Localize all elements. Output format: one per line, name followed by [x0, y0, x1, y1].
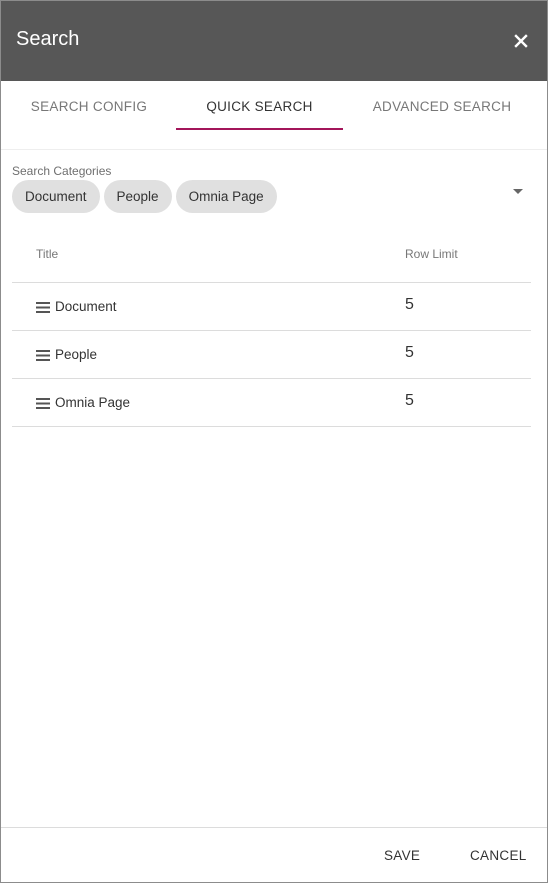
dropdown-arrow-icon[interactable] [513, 189, 523, 194]
table-row: Omnia Page 5 [12, 379, 531, 427]
tab-label: ADVANCED SEARCH [372, 99, 512, 114]
chip-document[interactable]: Document [12, 180, 100, 213]
dialog-title: Search [16, 28, 80, 50]
chip-people[interactable]: People [103, 180, 172, 213]
table-header: Title Row Limit [12, 233, 531, 283]
row-title: Document [55, 299, 117, 314]
drag-handle-icon[interactable] [36, 396, 50, 409]
tab-bar: SEARCH CONFIG QUICK SEARCH ADVANCED SEAR… [1, 81, 547, 150]
table-row: Document 5 [12, 283, 531, 331]
search-dialog: Search SEARCH CONFIG QUICK SEARCH ADVANC… [0, 0, 548, 883]
cancel-button[interactable]: CANCEL [470, 848, 527, 863]
drag-handle-icon[interactable] [36, 348, 50, 361]
save-button[interactable]: SAVE [384, 848, 420, 863]
close-icon[interactable] [509, 29, 533, 53]
row-limit-input[interactable]: 5 [405, 392, 414, 410]
tab-advanced-search[interactable]: ADVANCED SEARCH [359, 81, 525, 131]
row-title: People [55, 347, 98, 362]
quick-search-table: Title Row Limit Document 5 People 5 Omni… [12, 233, 531, 427]
tab-label: SEARCH CONFIG [30, 99, 148, 114]
table-row: People 5 [12, 331, 531, 379]
row-title: Omnia Page [55, 395, 131, 410]
search-categories-label: Search Categories [12, 164, 112, 178]
dialog-footer: SAVE CANCEL [1, 827, 547, 883]
dialog-header: Search [1, 1, 547, 81]
column-header-title: Title [36, 247, 59, 261]
tab-label: QUICK SEARCH [206, 99, 313, 114]
tab-quick-search[interactable]: QUICK SEARCH [176, 81, 343, 131]
column-header-row-limit: Row Limit [405, 247, 458, 261]
drag-handle-icon[interactable] [36, 300, 50, 313]
chip-omnia-page[interactable]: Omnia Page [175, 180, 277, 213]
tab-search-config[interactable]: SEARCH CONFIG [15, 81, 163, 131]
active-tab-indicator [176, 128, 343, 130]
search-categories-chips: Document People Omnia Page [12, 180, 281, 213]
row-limit-input[interactable]: 5 [405, 296, 414, 314]
row-limit-input[interactable]: 5 [405, 344, 414, 362]
